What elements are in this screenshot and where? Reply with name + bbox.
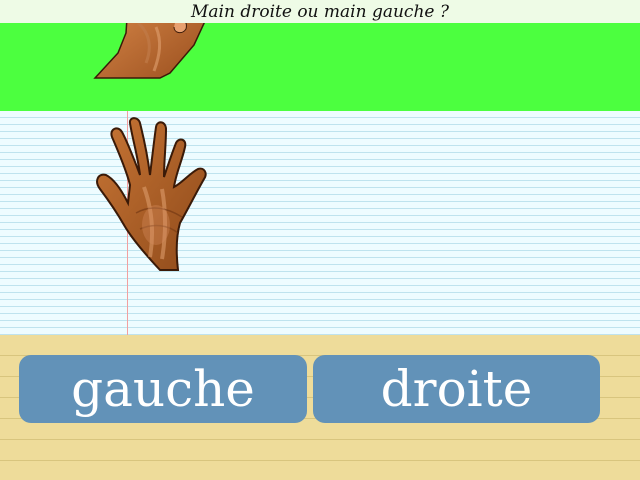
previous-hand-area xyxy=(0,23,640,111)
right-hand-button[interactable]: droite xyxy=(313,355,600,423)
answer-area: gauche droite xyxy=(0,335,640,480)
question-bar: Main droite ou main gauche ? xyxy=(0,0,640,23)
hand-icon xyxy=(96,117,207,271)
hand-icon xyxy=(93,23,205,79)
notebook-paper xyxy=(0,111,640,335)
left-hand-button[interactable]: gauche xyxy=(19,355,307,423)
question-text: Main droite ou main gauche ? xyxy=(191,1,449,22)
